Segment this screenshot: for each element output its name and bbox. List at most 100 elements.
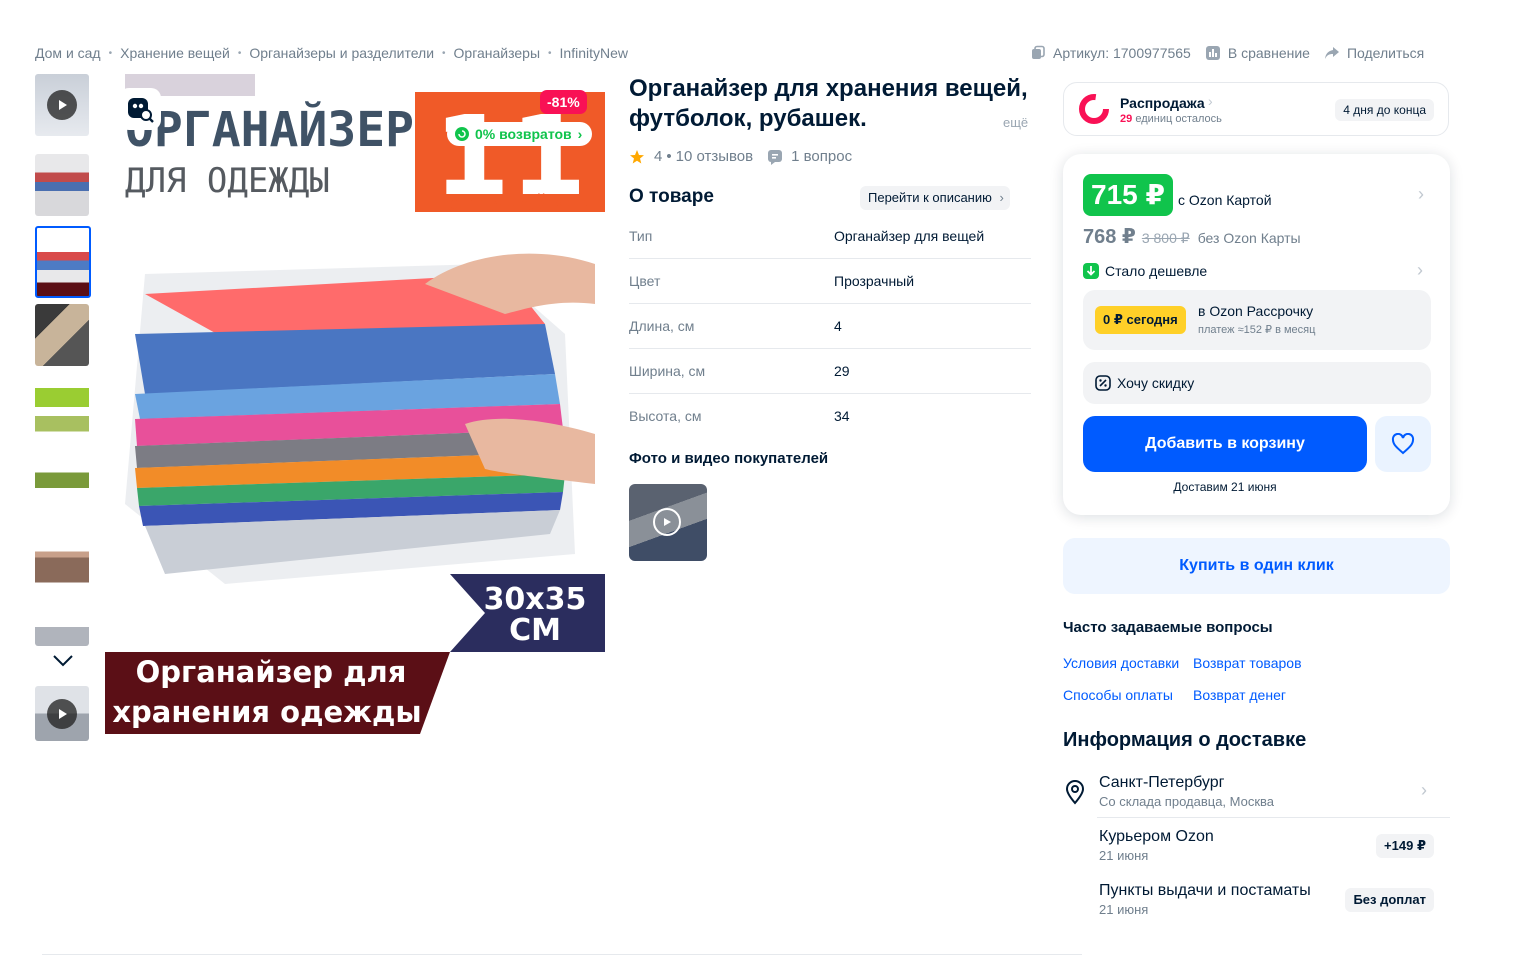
thumbnail-image[interactable] (35, 536, 89, 598)
delivery-option: Курьером Ozon 21 июня +149 ₽ (1063, 826, 1450, 870)
spec-key: Тип (629, 228, 653, 244)
spec-value: 29 (834, 363, 850, 379)
sale-banner[interactable]: Распродажа › 29 единиц осталось 4 дня до… (1063, 82, 1449, 136)
thumbnails-scroll-down[interactable] (52, 654, 74, 673)
thumbnail-video[interactable] (35, 74, 89, 136)
reviews-link[interactable]: 10 отзывов (676, 148, 754, 165)
play-icon (653, 508, 681, 536)
go-to-description-label: Перейти к описанию (868, 190, 992, 205)
want-discount-button[interactable]: Хочу скидку (1083, 362, 1431, 404)
returns-label: 0% возвратов (475, 126, 572, 142)
returns-badge[interactable]: 0% возвратов › (447, 122, 593, 146)
questions-link[interactable]: 1 вопрос (791, 148, 852, 165)
delivery-option-title: Пункты выдачи и постаматы (1099, 882, 1311, 899)
chevron-right-icon: › (1417, 260, 1423, 280)
compare-button[interactable]: В сравнение (1205, 45, 1310, 61)
image-text-top1: ОРГАНАЙЗЕР (125, 101, 414, 158)
delivery-heading: Информация о доставке (1063, 729, 1307, 751)
play-icon (47, 698, 77, 729)
share-button[interactable]: Поделиться (1324, 45, 1424, 61)
buy-one-click-button[interactable]: Купить в один клик (1063, 538, 1450, 594)
faq-link[interactable]: Возврат товаров (1193, 655, 1302, 671)
delivery-option: Пункты выдачи и постаматы 21 июня Без до… (1063, 880, 1450, 924)
delivery-city: Санкт-Петербург (1099, 774, 1225, 791)
spec-value: Прозрачный (834, 273, 915, 289)
installment-block[interactable]: 0 ₽ сегодня в Ozon Рассрочку платеж ≈152… (1083, 290, 1431, 350)
delivery-option-date: 21 июня (1099, 848, 1149, 863)
star-icon (630, 149, 644, 163)
favorite-button[interactable] (1375, 416, 1431, 472)
breadcrumb-link[interactable]: Хранение вещей (120, 45, 230, 61)
play-icon (47, 90, 77, 120)
spec-row: Тип Органайзер для вещей (629, 214, 1031, 259)
installment-title: в Ozon Рассрочку (1198, 303, 1314, 319)
heart-icon (1391, 433, 1415, 455)
title-more-link[interactable]: ещё (1003, 115, 1028, 130)
go-to-description-button[interactable]: Перейти к описанию › (860, 186, 1010, 210)
discount-badge: -81% (540, 90, 587, 114)
specs-table: Тип Органайзер для вещей Цвет Прозрачный Д… (629, 214, 1031, 438)
breadcrumb-link[interactable]: InfinityNew (560, 45, 628, 61)
thumbnail-image[interactable] (35, 304, 89, 366)
rating-value: 4 (654, 148, 663, 165)
chevron-right-icon[interactable]: › (1418, 184, 1424, 205)
chevron-right-icon: › (1421, 780, 1427, 800)
price-card: 715 ₽ с Ozon Картой › 768 ₽ 3 800 ₽ без … (1063, 154, 1450, 515)
spec-value: 34 (834, 408, 850, 424)
about-heading: О товаре (629, 186, 714, 207)
divider (42, 954, 1082, 955)
breadcrumb-link[interactable]: Органайзеры (454, 45, 541, 61)
spec-key: Ширина, см (629, 363, 706, 379)
rating-separator: • (666, 148, 672, 165)
want-discount-label: Хочу скидку (1117, 375, 1195, 391)
buyer-video-thumbnail[interactable] (629, 484, 707, 561)
breadcrumb-link[interactable]: Органайзеры и разделители (249, 45, 434, 61)
compare-icon (1205, 46, 1220, 60)
thumbnail-gallery (35, 74, 91, 744)
faq-heading: Часто задаваемые вопросы (1063, 619, 1273, 636)
spec-value: 4 (834, 318, 842, 334)
article-copy[interactable]: Артикул: 1700977565 (1030, 45, 1191, 61)
compare-label: В сравнение (1227, 45, 1310, 61)
faq-link[interactable]: Возврат денег (1193, 687, 1286, 703)
cheaper-label: Стало дешевле (1105, 262, 1208, 279)
sale-remaining-text: единиц осталось (1135, 113, 1222, 125)
delivery-warehouse: Со склада продавца, Москва (1099, 794, 1275, 809)
image-text-top2: ДЛЯ ОДЕЖДЫ (125, 161, 330, 201)
chevron-right-icon: › (1208, 93, 1213, 109)
thumbnail-image[interactable] (35, 614, 89, 646)
location-pin-icon (1065, 780, 1085, 805)
thumbnail-image[interactable] (35, 460, 89, 522)
card-price-label: с Ozon Картой (1178, 192, 1272, 208)
main-product-image[interactable]: 11 ОРГАНАЙЗЕР ОРГАНАЙЗЕР ДЛЯ ОДЕЖДЫ 30x3… (105, 74, 605, 739)
return-icon (455, 127, 469, 141)
sale-remaining: 29 единиц осталось (1120, 113, 1222, 125)
delivery-option-date: 21 июня (1099, 902, 1149, 917)
product-title: Органайзер для хранения вещей, футболок,… (629, 75, 1028, 132)
faq-link[interactable]: Способы оплаты (1063, 687, 1173, 703)
delivery-location-row[interactable]: Санкт-Петербург Со склада продавца, Моск… (1063, 772, 1450, 818)
visual-search-button[interactable] (119, 88, 161, 130)
breadcrumb-separator: • (237, 47, 242, 59)
faq-link[interactable]: Условия доставки (1063, 655, 1179, 671)
thumbnail-image[interactable] (35, 154, 89, 216)
image-text-ban2: хранения одежды (112, 695, 421, 729)
rating-row: 4 • 10 отзывов 1 вопрос (629, 148, 852, 165)
cheaper-row[interactable]: Стало дешевле › (1083, 260, 1423, 281)
regular-price-row: 768 ₽ 3 800 ₽ без Ozon Карты (1083, 224, 1301, 249)
thumbnail-image[interactable] (35, 382, 89, 444)
add-to-cart-button[interactable]: Добавить в корзину (1083, 416, 1367, 472)
top-actions: Артикул: 1700977565 В сравнение Поделить… (1030, 45, 1438, 61)
breadcrumb: Дом и сад • Хранение вещей • Органайзеры и… (35, 45, 628, 61)
delivery-option-price: +149 ₽ (1376, 834, 1434, 858)
breadcrumb-link[interactable]: Дом и сад (35, 45, 101, 61)
buyer-photos-heading: Фото и видео покупателей (629, 450, 829, 467)
spec-key: Цвет (629, 273, 661, 289)
sale-remaining-count: 29 (1120, 113, 1133, 125)
sale-label: Распродажа (1120, 95, 1205, 111)
thumbnail-video[interactable] (35, 686, 89, 741)
installment-sub: платеж ≈152 ₽ в месяц (1198, 324, 1316, 336)
spec-key: Высота, см (629, 408, 702, 424)
thumbnail-image-selected[interactable] (35, 226, 91, 298)
image-text-size1: 30x35 (484, 582, 587, 617)
